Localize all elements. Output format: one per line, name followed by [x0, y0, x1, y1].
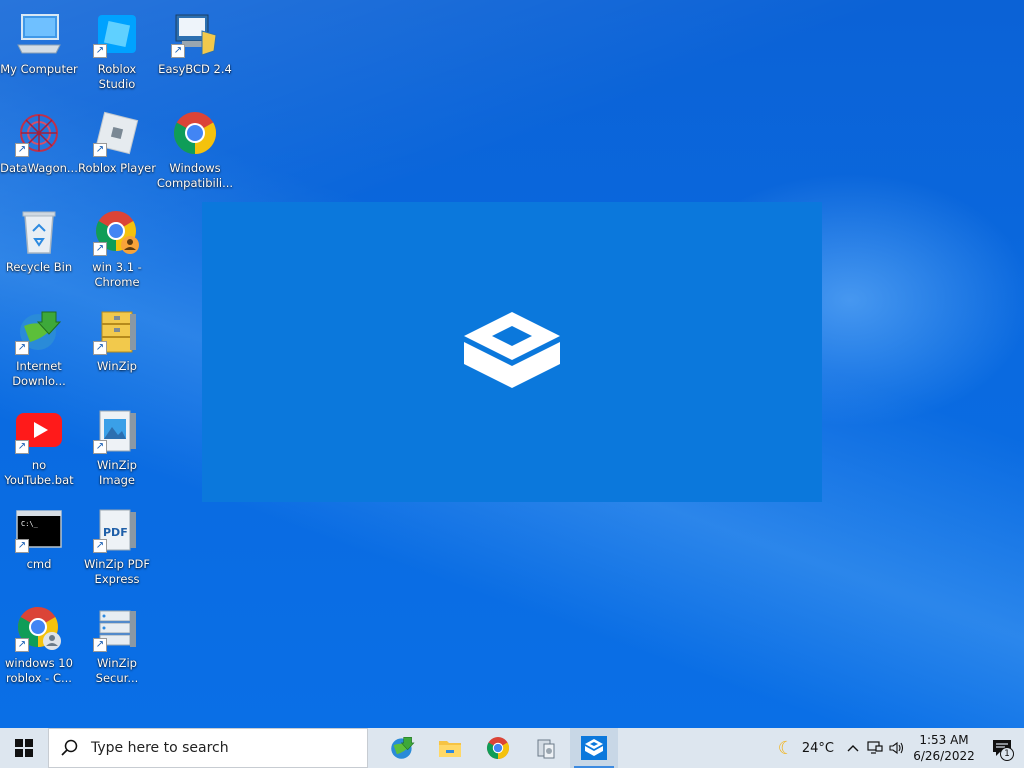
- desktop-icon-cmd[interactable]: C:\_ ↗ cmd: [0, 499, 78, 591]
- taskbar-search-box[interactable]: Type here to search: [48, 728, 368, 768]
- icon-label: windows 10 roblox - C...: [5, 656, 73, 685]
- icon-label: Internet Downlo...: [12, 359, 66, 388]
- weather-widget[interactable]: ☾ 24°C: [770, 738, 842, 759]
- chrome-icon: [171, 109, 219, 157]
- moon-icon: ☾: [777, 737, 794, 759]
- winzip-icon: ↗: [93, 307, 141, 355]
- shortcut-arrow-icon: ↗: [93, 242, 107, 256]
- notification-count-badge: 1: [1000, 747, 1014, 761]
- recycle-bin-icon: [15, 208, 63, 256]
- shortcut-arrow-icon: ↗: [15, 539, 29, 553]
- desktop-icon-roblox-studio[interactable]: ↗ Roblox Studio: [78, 4, 156, 96]
- svg-text:C:\_: C:\_: [21, 520, 39, 528]
- shortcut-arrow-icon: ↗: [93, 539, 107, 553]
- desktop-icon-my-computer[interactable]: My Computer: [0, 4, 78, 96]
- icon-label: Recycle Bin: [5, 260, 73, 274]
- desktop-icon-windows-10-roblox[interactable]: ↗ windows 10 roblox - C...: [0, 598, 78, 690]
- system-tray: ☾ 24°C 1:53 AM 6/26/2022 1: [770, 728, 1024, 768]
- winzip-secure-icon: ↗: [93, 604, 141, 652]
- svg-text:PDF: PDF: [103, 526, 128, 539]
- icon-label: WinZip: [97, 359, 137, 373]
- shortcut-arrow-icon: ↗: [93, 341, 107, 355]
- clock-date: 6/26/2022: [913, 749, 975, 763]
- desktop-icon-winzip[interactable]: ↗ WinZip: [78, 301, 156, 393]
- volume-icon[interactable]: [886, 728, 908, 768]
- desktop-icon-recycle-bin[interactable]: Recycle Bin: [0, 202, 78, 294]
- computer-icon: [15, 10, 63, 58]
- start-button[interactable]: [0, 728, 48, 768]
- icon-label: no YouTube.bat: [4, 458, 74, 487]
- youtube-icon: ↗: [15, 406, 63, 454]
- shortcut-arrow-icon: ↗: [171, 44, 185, 58]
- chrome-profile-icon: ↗: [15, 604, 63, 652]
- icon-label: cmd: [26, 557, 52, 571]
- chrome-icon: [487, 737, 509, 759]
- taskbar: Type here to search ☾ 24°C 1:53 AM 6/26/…: [0, 728, 1024, 768]
- taskbar-app-sandbox[interactable]: [570, 728, 618, 768]
- desktop-icon-no-youtube[interactable]: ↗ no YouTube.bat: [0, 400, 78, 492]
- desktop-icon-win-31-chrome[interactable]: ↗ win 3.1 - Chrome: [78, 202, 156, 294]
- icon-label: WinZip Secur...: [95, 656, 139, 685]
- show-hidden-icons-chevron-up-icon[interactable]: [842, 728, 864, 768]
- windows-logo-icon: [15, 739, 33, 757]
- internet-download-manager-icon: [391, 736, 415, 759]
- shortcut-arrow-icon: ↗: [93, 638, 107, 652]
- sandbox-splash-window: [202, 202, 822, 502]
- icon-label: Windows Compatibili...: [156, 161, 234, 190]
- taskbar-app-file-explorer[interactable]: [426, 728, 474, 768]
- shortcut-arrow-icon: ↗: [15, 143, 29, 157]
- taskbar-app-system-properties[interactable]: [522, 728, 570, 768]
- roblox-player-icon: ↗: [93, 109, 141, 157]
- search-icon: [61, 739, 78, 756]
- desktop-icon-datawagon[interactable]: ↗ DataWagon...: [0, 103, 78, 195]
- easybcd-icon: ↗: [171, 10, 219, 58]
- desktop-icon-windows-compatibility[interactable]: Windows Compatibili...: [156, 103, 234, 195]
- desktop-icon-winzip-secure[interactable]: ↗ WinZip Secur...: [78, 598, 156, 690]
- icon-label: Roblox Player: [78, 161, 156, 175]
- shortcut-arrow-icon: ↗: [93, 44, 107, 58]
- desktop-icon-winzip-image-manager[interactable]: ↗ WinZip Image Manager: [78, 400, 156, 492]
- system-properties-icon: [537, 739, 555, 759]
- action-center-button[interactable]: 1: [980, 728, 1024, 768]
- datawagon-icon: ↗: [15, 109, 63, 157]
- icon-label: WinZip PDF Express: [83, 557, 151, 586]
- taskbar-clock[interactable]: 1:53 AM 6/26/2022: [908, 732, 980, 764]
- sandbox-icon: [581, 736, 607, 760]
- shortcut-arrow-icon: ↗: [15, 341, 29, 355]
- clock-time: 1:53 AM: [919, 733, 969, 747]
- roblox-studio-icon: ↗: [93, 10, 141, 58]
- icon-label: Roblox Studio: [97, 62, 137, 91]
- shortcut-arrow-icon: ↗: [93, 440, 107, 454]
- network-icon[interactable]: [864, 728, 886, 768]
- search-placeholder: Type here to search: [91, 740, 229, 756]
- chrome-profile-icon: ↗: [93, 208, 141, 256]
- cmd-icon: C:\_ ↗: [15, 505, 63, 553]
- icon-label: DataWagon...: [0, 161, 78, 175]
- icon-label: WinZip Image Manager: [97, 458, 137, 487]
- icon-label: win 3.1 - Chrome: [92, 260, 142, 289]
- winzip-image-manager-icon: ↗: [93, 406, 141, 454]
- taskbar-app-chrome[interactable]: [474, 728, 522, 768]
- desktop-icon-easybcd[interactable]: ↗ EasyBCD 2.4: [156, 4, 234, 96]
- desktop-icon-roblox-player[interactable]: ↗ Roblox Player: [78, 103, 156, 195]
- shortcut-arrow-icon: ↗: [93, 143, 107, 157]
- icon-label: EasyBCD 2.4: [158, 62, 232, 76]
- shortcut-arrow-icon: ↗: [15, 440, 29, 454]
- file-explorer-icon: [439, 741, 461, 757]
- icon-label: My Computer: [0, 62, 78, 76]
- desktop-icon-internet-download-manager[interactable]: ↗ Internet Downlo...: [0, 301, 78, 393]
- weather-temperature: 24°C: [801, 740, 834, 756]
- sandbox-icon: [462, 310, 562, 394]
- desktop-icon-winzip-pdf-express[interactable]: PDF ↗ WinZip PDF Express: [78, 499, 156, 591]
- winzip-pdf-icon: PDF ↗: [93, 505, 141, 553]
- shortcut-arrow-icon: ↗: [15, 638, 29, 652]
- taskbar-app-internet-download-manager[interactable]: [378, 728, 426, 768]
- internet-download-manager-icon: ↗: [15, 307, 63, 355]
